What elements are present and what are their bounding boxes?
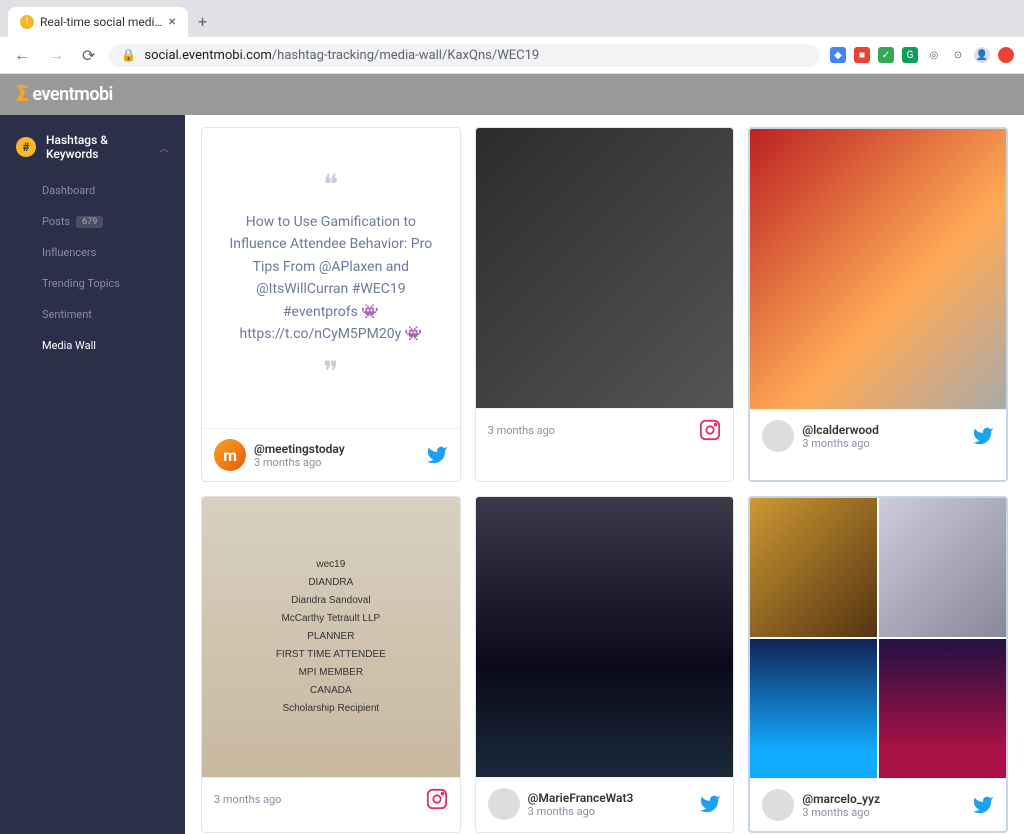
extension-icon[interactable]: ⊙ — [950, 47, 966, 63]
logo[interactable]: Σ eventmobi — [16, 82, 113, 107]
url-text: social.eventmobi.com/hashtag-tracking/me… — [144, 48, 808, 63]
user-handle[interactable]: @lcalderwood — [802, 423, 964, 437]
media-card[interactable]: wec19 DIANDRA Diandra Sandoval McCarthy … — [201, 496, 461, 833]
card-footer: 3 months ago — [476, 408, 734, 451]
user-handle[interactable]: @marcelo_yyz — [802, 792, 964, 806]
user-handle[interactable]: @MarieFranceWat3 — [528, 791, 692, 805]
timestamp: 3 months ago — [214, 793, 418, 806]
sidebar-item-label: Dashboard — [42, 184, 95, 197]
timestamp: 3 months ago — [254, 456, 418, 469]
logo-text: eventmobi — [32, 84, 112, 105]
media-card[interactable]: @marcelo_yyz 3 months ago — [748, 496, 1008, 833]
sidebar-item-label: Trending Topics — [42, 277, 120, 290]
sidebar-item-influencers[interactable]: Influencers — [0, 237, 185, 268]
user-handle[interactable]: @meetingstoday — [254, 442, 418, 456]
quote-body: ❝ How to Use Gamification to Influence A… — [202, 128, 460, 428]
post-image — [750, 129, 1006, 409]
reload-button[interactable]: ⟳ — [78, 44, 99, 67]
main-layout: # Hashtags & Keywords ︿ Dashboard Posts … — [0, 115, 1024, 834]
post-image: wec19 DIANDRA Diandra Sandoval McCarthy … — [202, 497, 460, 777]
extension-icon[interactable]: ✓ — [878, 47, 894, 63]
media-card[interactable]: 3 months ago — [475, 127, 735, 482]
tab-favicon-icon: ! — [20, 15, 34, 29]
avatar — [762, 789, 794, 821]
extension-icon[interactable]: ◎ — [926, 47, 942, 63]
sidebar-item-label: Influencers — [42, 246, 96, 259]
card-footer: @lcalderwood 3 months ago — [750, 409, 1006, 462]
tab-bar: ! Real-time social media analytic × + — [0, 0, 1024, 37]
quote-open-icon: ❝ — [323, 168, 338, 201]
instagram-icon — [426, 788, 448, 810]
media-card[interactable]: @lcalderwood 3 months ago — [748, 127, 1008, 482]
avatar: m — [214, 439, 246, 471]
extension-icon[interactable]: G — [902, 47, 918, 63]
sidebar-item-dashboard[interactable]: Dashboard — [0, 175, 185, 206]
media-card[interactable]: @MarieFranceWat3 3 months ago — [475, 496, 735, 833]
timestamp: 3 months ago — [528, 805, 692, 818]
sidebar-header-label: Hashtags & Keywords — [46, 133, 149, 161]
sidebar-section-header[interactable]: # Hashtags & Keywords ︿ — [0, 125, 185, 169]
posts-count-badge: 679 — [76, 216, 103, 228]
url-bar: ← → ⟳ 🔒 social.eventmobi.com/hashtag-tra… — [0, 37, 1024, 74]
twitter-icon — [972, 425, 994, 447]
post-image — [750, 498, 1006, 778]
instagram-icon — [699, 419, 721, 441]
sidebar-item-trending[interactable]: Trending Topics — [0, 268, 185, 299]
logo-mark-icon: Σ — [16, 82, 28, 107]
sidebar-item-label: Posts — [42, 215, 70, 228]
avatar — [762, 420, 794, 452]
url-input[interactable]: 🔒 social.eventmobi.com/hashtag-tracking/… — [109, 44, 820, 67]
extension-icon[interactable]: ◆ — [830, 47, 846, 63]
timestamp: 3 months ago — [802, 437, 964, 450]
lock-icon: 🔒 — [121, 48, 136, 62]
twitter-icon — [426, 444, 448, 466]
sidebar-items: Dashboard Posts 679 Influencers Trending… — [0, 169, 185, 367]
sidebar-item-label: Media Wall — [42, 339, 96, 352]
extension-icon[interactable]: ■ — [854, 47, 870, 63]
card-footer: @MarieFranceWat3 3 months ago — [476, 777, 734, 830]
content-area: ❝ How to Use Gamification to Influence A… — [185, 115, 1024, 834]
sidebar-item-media-wall[interactable]: Media Wall — [0, 330, 185, 361]
sidebar: # Hashtags & Keywords ︿ Dashboard Posts … — [0, 115, 185, 834]
timestamp: 3 months ago — [802, 806, 964, 819]
extension-icon[interactable] — [998, 47, 1014, 63]
card-footer: m @meetingstoday 3 months ago — [202, 428, 460, 481]
extension-icons: ◆ ■ ✓ G ◎ ⊙ 👤 — [830, 47, 1014, 63]
timestamp: 3 months ago — [488, 424, 692, 437]
card-footer: 3 months ago — [202, 777, 460, 820]
browser-tab[interactable]: ! Real-time social media analytic × — [8, 7, 188, 37]
browser-chrome: ! Real-time social media analytic × + ← … — [0, 0, 1024, 74]
post-image — [476, 128, 734, 408]
forward-button[interactable]: → — [44, 43, 68, 67]
twitter-icon — [699, 793, 721, 815]
post-image — [476, 497, 734, 777]
avatar — [488, 788, 520, 820]
app-topbar: Σ eventmobi — [0, 74, 1024, 115]
close-tab-icon[interactable]: × — [169, 14, 176, 30]
sidebar-item-posts[interactable]: Posts 679 — [0, 206, 185, 237]
chevron-up-icon: ︿ — [159, 140, 169, 155]
profile-icon[interactable]: 👤 — [974, 47, 990, 63]
quote-close-icon: ❞ — [323, 355, 338, 388]
media-card[interactable]: ❝ How to Use Gamification to Influence A… — [201, 127, 461, 482]
new-tab-button[interactable]: + — [188, 6, 217, 37]
twitter-icon — [972, 794, 994, 816]
hashtag-icon: # — [16, 137, 36, 157]
media-grid: ❝ How to Use Gamification to Influence A… — [193, 127, 1016, 833]
back-button[interactable]: ← — [10, 43, 34, 67]
sidebar-item-label: Sentiment — [42, 308, 92, 321]
tab-title: Real-time social media analytic — [40, 15, 163, 29]
quote-text: How to Use Gamification to Influence Att… — [226, 201, 436, 355]
card-footer: @marcelo_yyz 3 months ago — [750, 778, 1006, 831]
sidebar-item-sentiment[interactable]: Sentiment — [0, 299, 185, 330]
